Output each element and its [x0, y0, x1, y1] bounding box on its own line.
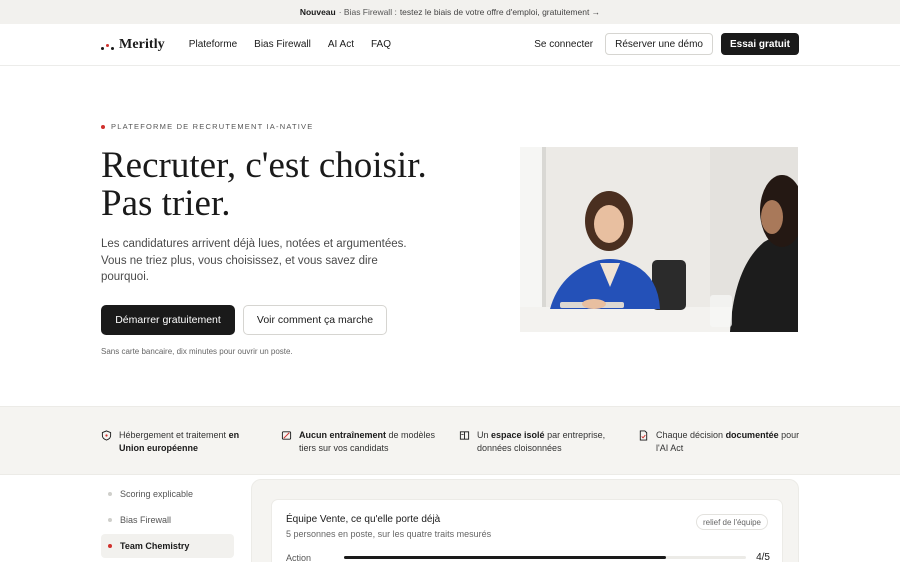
document-icon: [639, 430, 648, 441]
metric-track: [344, 556, 746, 559]
eyebrow-text: PLATEFORME DE RECRUTEMENT IA-NATIVE: [111, 122, 314, 131]
eyebrow-dot-icon: [101, 124, 105, 129]
headline-line-2: Pas trier.: [101, 183, 231, 224]
card-title: Équipe Vente, ce qu'elle porte déjà: [286, 514, 441, 525]
trust-item-documented: Chaque décision documentée pour l'AI Act: [638, 429, 803, 454]
metric-row: Action 4/5: [286, 552, 770, 562]
hero-photo: [520, 147, 798, 332]
nav-links: Plateforme Bias Firewall AI Act FAQ: [189, 39, 391, 50]
shield-icon: [101, 430, 112, 441]
start-free-button[interactable]: Démarrer gratuitement: [101, 305, 235, 335]
team-card: Équipe Vente, ce qu'elle porte déjà 5 pe…: [271, 499, 783, 562]
hero-fineprint: Sans carte bancaire, dix minutes pour ou…: [101, 347, 293, 356]
trust-item-eu-hosting: Hébergement et traitement en Union europ…: [101, 429, 251, 454]
trust-text: Chaque décision documentée pour l'AI Act: [656, 430, 800, 453]
how-it-works-button[interactable]: Voir comment ça marche: [243, 305, 387, 335]
feature-item-scoring[interactable]: Scoring explicable: [101, 482, 234, 506]
hero-cta-row: Démarrer gratuitement Voir comment ça ma…: [101, 305, 387, 335]
metric-fill: [344, 556, 666, 559]
announcement-link[interactable]: testez le biais de votre offre d'emploi,…: [400, 7, 600, 17]
bullet-icon: [108, 518, 112, 522]
hero-headline: Recruter, c'est choisir. Pas trier.: [101, 147, 427, 223]
product-preview-panel: Équipe Vente, ce qu'elle porte déjà 5 pe…: [251, 479, 799, 562]
brand-name: Meritly: [119, 36, 165, 52]
feature-list: Scoring explicable Bias Firewall Team Ch…: [101, 482, 234, 560]
bullet-icon: [108, 544, 112, 548]
no-training-icon: [281, 431, 292, 440]
trust-strip: Hébergement et traitement en Union europ…: [0, 406, 900, 475]
nav-link-ai-act[interactable]: AI Act: [328, 39, 354, 50]
bullet-icon: [108, 492, 112, 496]
feature-label: Team Chemistry: [120, 541, 190, 551]
nav-link-faq[interactable]: FAQ: [371, 39, 391, 50]
feature-label: Bias Firewall: [120, 515, 172, 525]
top-nav: Meritly Plateforme Bias Firewall AI Act …: [0, 24, 900, 66]
logo-mark-icon: [101, 40, 114, 50]
brand-logo[interactable]: Meritly: [101, 37, 165, 53]
hero-section: PLATEFORME DE RECRUTEMENT IA-NATIVE Recr…: [0, 66, 900, 406]
nav-link-plateforme[interactable]: Plateforme: [189, 39, 237, 50]
feature-item-team-chemistry[interactable]: Team Chemistry: [101, 534, 234, 558]
headline-line-1: Recruter, c'est choisir.: [101, 145, 427, 186]
hero-subtext: Les candidatures arrivent déjà lues, not…: [101, 238, 407, 283]
isolation-icon: [459, 431, 470, 440]
announcement-separator: · Bias Firewall :: [338, 7, 397, 17]
book-demo-button[interactable]: Réserver une démo: [605, 33, 713, 55]
trust-item-isolated-space: Un espace isolé par entreprise, données …: [459, 429, 619, 454]
announcement-bar[interactable]: Nouveau · Bias Firewall : testez le biai…: [0, 0, 900, 24]
nav-link-bias-firewall[interactable]: Bias Firewall: [254, 39, 311, 50]
feature-label: Scoring explicable: [120, 489, 194, 499]
card-badge: relief de l'équipe: [695, 514, 768, 530]
free-trial-button[interactable]: Essai gratuit: [720, 33, 799, 55]
nav-actions: Se connecter Réserver une démo Essai gra…: [534, 33, 799, 55]
feature-item-bias-firewall[interactable]: Bias Firewall: [101, 508, 234, 532]
trust-item-no-training: Aucun entraînement de modèles tiers sur …: [281, 429, 441, 454]
trust-text: Aucun entraînement de modèles tiers sur …: [299, 430, 436, 453]
login-link[interactable]: Se connecter: [534, 39, 593, 50]
metric-value: 4/5: [756, 552, 770, 562]
hero-eyebrow: PLATEFORME DE RECRUTEMENT IA-NATIVE: [101, 122, 313, 131]
metric-label: Action: [286, 552, 312, 562]
announcement-label: Nouveau: [299, 7, 336, 17]
trust-text: Un espace isolé par entreprise, données …: [477, 430, 606, 453]
card-subtitle: 5 personnes en poste, sur les quatre tra…: [286, 529, 492, 539]
trust-text: Hébergement et traitement en Union europ…: [119, 430, 240, 453]
